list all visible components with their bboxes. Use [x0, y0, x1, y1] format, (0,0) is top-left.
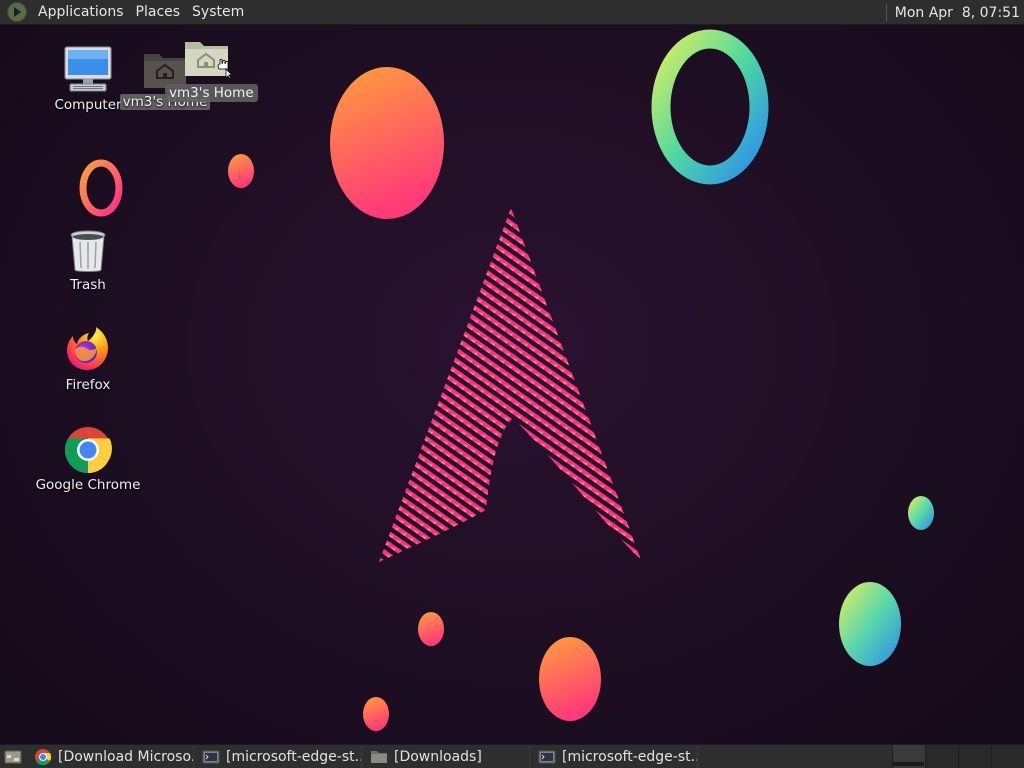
applications-menu[interactable]: Applications — [32, 0, 130, 25]
firefox-icon — [67, 327, 108, 370]
clock-text: Mon Apr 8, 07:51 — [894, 4, 1020, 21]
orange-orb-medium — [539, 637, 601, 721]
bottom-taskbar: [Download Microso... [microsoft-edge-st.… — [0, 744, 1024, 768]
workspace-2[interactable] — [925, 745, 958, 768]
desktop-icon-trash[interactable]: Trash — [33, 228, 143, 293]
taskbar-item-label: [microsoft-edge-st... — [562, 748, 698, 765]
taskbar-item-chrome[interactable]: [Download Microso... — [26, 745, 194, 768]
orange-orb — [418, 612, 444, 646]
taskbar-item-label: [Downloads] — [394, 748, 482, 765]
desktop-icon-firefox[interactable]: Firefox — [33, 326, 143, 393]
workspace-3[interactable] — [958, 745, 991, 768]
chrome-label: Google Chrome — [35, 477, 141, 493]
workspace-switcher — [892, 745, 1024, 768]
wallpaper-art — [79, 29, 934, 731]
terminal-icon — [538, 750, 556, 763]
ring-large — [651, 29, 769, 185]
taskbar-item-label: [microsoft-edge-st... — [226, 748, 362, 765]
show-desktop-icon — [4, 750, 22, 763]
folder-icon — [371, 750, 387, 763]
blue-orb — [839, 582, 901, 666]
desktop-icon-chrome[interactable]: Google Chrome — [33, 426, 143, 493]
blue-orb-small — [908, 496, 934, 530]
taskbar-item-terminal-1[interactable]: [microsoft-edge-st... — [194, 745, 362, 768]
top-panel: Applications Places System Mon Apr 8, 07… — [0, 0, 1024, 25]
workspace-4[interactable] — [991, 745, 1024, 768]
clock[interactable]: Mon Apr 8, 07:51 — [885, 0, 1020, 25]
chrome-icon — [64, 427, 112, 474]
trash-icon — [70, 230, 106, 272]
taskbar-item-terminal-2[interactable]: [microsoft-edge-st... — [530, 745, 698, 768]
taskbar-item-downloads[interactable]: [Downloads] — [362, 745, 530, 768]
desktop-wallpaper — [0, 0, 1024, 768]
taskbar-item-label: [Download Microso... — [58, 748, 194, 765]
drag-label: vm3's Home — [165, 84, 258, 102]
show-desktop-button[interactable] — [0, 745, 26, 768]
panel-separator — [885, 4, 887, 21]
arch-logo — [379, 208, 641, 562]
terminal-icon — [202, 750, 220, 763]
chrome-icon — [35, 748, 52, 765]
computer-icon — [64, 46, 112, 92]
orange-orb-large — [330, 67, 444, 219]
orange-orb — [363, 697, 389, 731]
ring-small — [79, 159, 123, 217]
trash-label: Trash — [70, 277, 106, 293]
distro-menu-icon[interactable] — [6, 1, 28, 23]
firefox-label: Firefox — [65, 377, 111, 393]
orange-orb-small — [228, 154, 254, 188]
system-menu[interactable]: System — [186, 0, 250, 25]
cursor-hand-icon — [217, 58, 232, 80]
workspace-1[interactable] — [892, 745, 925, 768]
places-menu[interactable]: Places — [130, 0, 187, 25]
